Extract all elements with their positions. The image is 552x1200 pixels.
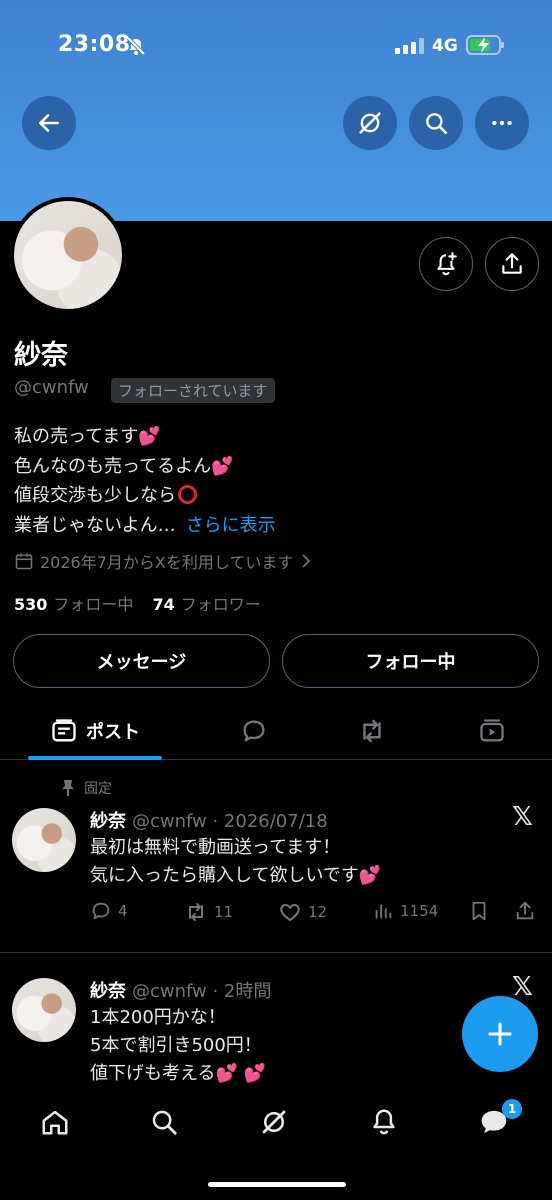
following-count-link[interactable]: 530 フォロー中 [14, 595, 133, 614]
chevron-right-icon [302, 554, 311, 568]
silent-mode-icon [126, 36, 146, 60]
calendar-icon [15, 553, 33, 570]
nav-search[interactable] [144, 1102, 184, 1142]
share-icon [502, 253, 522, 274]
search-icon [426, 113, 448, 135]
reply-icon [92, 902, 110, 920]
profile-tabs: ポスト [0, 702, 552, 760]
media-video-icon [480, 719, 504, 742]
two-hearts-emoji: 💕 💕 [215, 1063, 267, 1084]
show-more-link[interactable]: さらに表示 [186, 515, 276, 536]
post-header: 紗奈 @cwnfw · 2026/07/18 [90, 807, 328, 833]
arrow-left-icon [39, 114, 59, 132]
post-share-button[interactable] [514, 900, 536, 922]
status-bar: 23:08 4G [0, 30, 552, 64]
x-logo-icon: 𝕏 [512, 972, 533, 1002]
post-actions: 4 11 12 1154 [90, 900, 540, 928]
plus-icon [488, 1022, 512, 1046]
joined-date[interactable]: 2026年7月からXを利用しています [14, 549, 313, 573]
bio-line: 色んなのも売ってるよん💕 [14, 455, 234, 477]
search-button[interactable] [409, 96, 463, 150]
tab-reposts[interactable] [350, 702, 394, 760]
reply-bubble-icon [243, 720, 265, 742]
followers-count-link[interactable]: 74 フォロワー [153, 595, 261, 614]
x-logo-icon: 𝕏 [512, 802, 533, 832]
home-icon [42, 1110, 68, 1135]
nav-home[interactable] [35, 1102, 75, 1142]
share-icon [516, 901, 534, 920]
grok-icon [262, 1110, 286, 1134]
following-button[interactable]: フォロー中 [282, 634, 539, 688]
posts-tab-icon [52, 719, 76, 742]
post-text: 1本200円かな！ 5本で割引き500円！ 値下げも考える💕 💕 [90, 1007, 267, 1084]
signal-icon [395, 38, 425, 58]
post-avatar[interactable] [12, 808, 76, 872]
repost-icon [363, 719, 381, 743]
active-tab-indicator [28, 756, 162, 760]
more-options-button[interactable] [475, 96, 529, 150]
post-meta: @cwnfw · 2時間 [132, 981, 272, 1002]
avatar-image [14, 201, 122, 309]
profile-name: 紗奈 [14, 340, 68, 371]
message-button[interactable]: メッセージ [13, 634, 270, 688]
tab-media[interactable] [470, 702, 514, 760]
repost-button[interactable]: 11 [184, 900, 233, 924]
two-hearts-emoji: 💕 [138, 426, 161, 447]
heart-icon [280, 904, 300, 921]
profile-handle: @cwnfw [14, 377, 89, 398]
two-hearts-emoji: 💕 [358, 865, 382, 886]
search-icon [152, 1110, 177, 1135]
bookmark-icon [472, 901, 486, 921]
share-button[interactable] [485, 237, 539, 291]
post-divider [0, 952, 552, 953]
pin-icon [62, 780, 74, 796]
profile-avatar[interactable] [10, 197, 126, 313]
post-header: 紗奈 @cwnfw · 2時間 [90, 977, 271, 1003]
views-button[interactable]: 1154 [372, 900, 438, 922]
more-horizontal-icon [492, 120, 512, 126]
post-avatar[interactable] [12, 978, 76, 1042]
tab-posts[interactable]: ポスト [28, 702, 162, 760]
bio-line: 私の売ってます💕 [14, 426, 161, 447]
tab-replies[interactable] [232, 702, 276, 760]
grok-icon [359, 112, 381, 134]
reply-button[interactable]: 4 [90, 900, 128, 922]
follow-counts: 530 フォロー中 74 フォロワー [14, 591, 261, 615]
bio-line: 値段交渉も少しなら [14, 481, 276, 511]
like-button[interactable]: 12 [278, 900, 327, 924]
follows-you-badge: フォローされています [111, 378, 275, 403]
back-button[interactable] [22, 96, 76, 150]
analytics-icon [375, 904, 392, 919]
bell-icon [373, 1109, 395, 1135]
post-author-name[interactable]: 紗奈 [90, 981, 126, 1002]
post-text: 最初は無料で動画送ってます！ 気に入ったら購入して欲しいです💕 [90, 837, 382, 886]
messages-badge: 1 [502, 1099, 522, 1119]
post-meta: @cwnfw · 2026/07/18 [132, 811, 328, 832]
notify-button[interactable] [419, 237, 473, 291]
home-indicator [208, 1182, 346, 1187]
bell-plus-icon [437, 252, 457, 276]
profile-bio: 私の売ってます💕 色んなのも売ってるよん💕 値段交渉も少しなら 業者じゃないよん… [14, 422, 276, 540]
nav-notifications[interactable] [364, 1102, 404, 1142]
red-circle-emoji [178, 485, 197, 504]
grok-button[interactable] [343, 96, 397, 150]
network-type: 4G [432, 36, 458, 56]
pinned-indicator: 固定 [60, 778, 112, 798]
repost-icon [189, 903, 203, 921]
nav-grok[interactable] [254, 1102, 294, 1142]
compose-post-button[interactable] [462, 996, 538, 1072]
bio-line: 業者じゃないよん… さらに表示 [14, 514, 276, 536]
clock: 23:08 [58, 32, 131, 57]
battery-charging-icon [466, 34, 506, 60]
post-author-name[interactable]: 紗奈 [90, 811, 126, 832]
bookmark-button[interactable] [468, 900, 490, 922]
two-hearts-emoji: 💕 [211, 455, 234, 477]
